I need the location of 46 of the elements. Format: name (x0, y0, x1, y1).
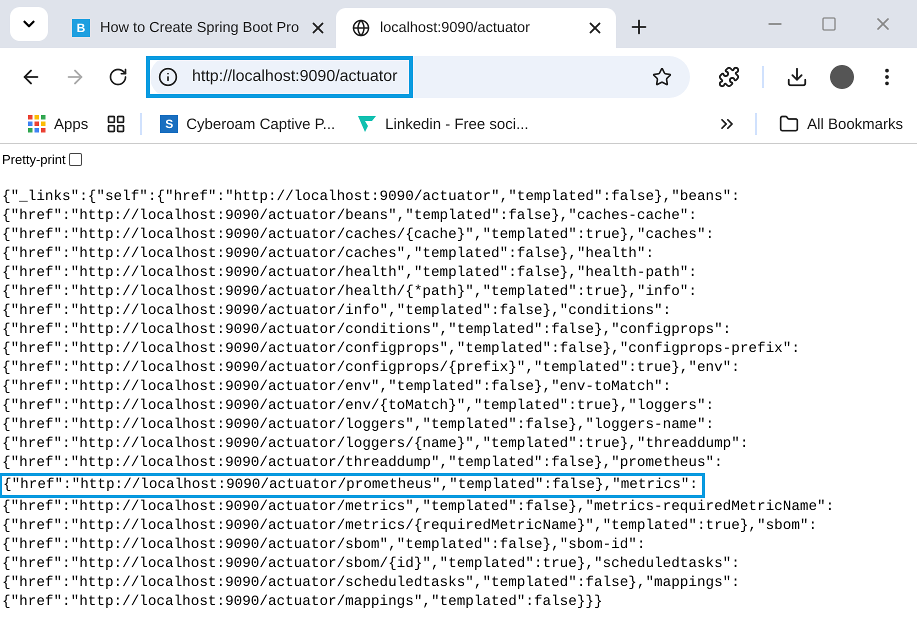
apps-grid-icon (28, 115, 46, 133)
json-line: {"href":"http://localhost:9090/actuator/health","templated":false},"health-path": (2, 264, 697, 283)
site-info-icon[interactable] (158, 66, 178, 86)
tab-title: How to Create Spring Boot Pro (100, 20, 300, 36)
site-favicon: S (160, 115, 178, 133)
json-line: {"href":"http://localhost:9090/actuator/caches","templated":false},"health": (2, 245, 654, 264)
extensions-icon[interactable] (718, 66, 740, 88)
globe-icon (352, 19, 370, 37)
json-line: {"href":"http://localhost:9090/actuator/env","templated":false},"env-toMatch": (2, 378, 672, 397)
json-line: {"href":"http://localhost:9090/actuator/metrics","templated":false},"metrics-requiredMetricName": (2, 498, 834, 517)
json-line: {"href":"http://localhost:9090/actuator/conditions","templated":false},"configprops": (2, 321, 732, 340)
json-line: {"href":"http://localhost:9090/actuator/env/{toMatch}","templated":true},"loggers": (2, 397, 714, 416)
browser-tab[interactable]: B How to Create Spring Boot Pro (56, 8, 336, 48)
chevron-logo-icon (357, 115, 378, 133)
json-line: {"href":"http://localhost:9090/actuator/configprops/{prefix}","templated":true},"env": (2, 359, 740, 378)
tab-search-button[interactable] (10, 7, 48, 41)
download-icon[interactable] (786, 66, 808, 88)
json-line: {"href":"http://localhost:9090/actuator/sbom","templated":false},"sbom-id": (2, 536, 646, 555)
bookmark-star-icon[interactable] (652, 66, 672, 86)
tab-title: localhost:9090/actuator (380, 20, 531, 36)
json-line: {"href":"http://localhost:9090/actuator/scheduledtasks","templated":false},"mappings": (2, 574, 740, 593)
json-line: {"href":"http://localhost:9090/actuator/loggers","templated":false},"loggers-name": (2, 416, 714, 435)
bookmark-link[interactable]: S Cyberoam Captive P... (156, 113, 340, 135)
browser-tab[interactable]: localhost:9090/actuator (336, 8, 616, 48)
tab-groups-icon[interactable] (106, 114, 126, 134)
json-line: {"href":"http://localhost:9090/actuator/metrics/{requiredMetricName}","templated":true},"sbom": (2, 517, 818, 536)
all-bookmarks-link[interactable]: All Bookmarks (775, 112, 907, 136)
json-line: {"href":"http://localhost:9090/actuator/loggers/{name}","templated":true},"threaddump": (2, 435, 748, 454)
json-line: {"href":"http://localhost:9090/actuator/beans","templated":false},"caches-cache": (2, 207, 697, 226)
json-line: {"href":"http://localhost:9090/actuator/threaddump","templated":false},"prometheus": (2, 454, 723, 473)
site-favicon: B (72, 19, 90, 37)
url-text: http://localhost:9090/actuator (192, 68, 398, 86)
bookmark-link[interactable]: Linkedin - Free soci... (353, 113, 533, 135)
json-line: {"href":"http://localhost:9090/actuator/caches/{cache}","templated":true},"caches": (2, 226, 714, 245)
json-line: {"href":"http://localhost:9090/actuator/health/{*path}","templated":true},"info": (2, 283, 697, 302)
reload-icon[interactable] (108, 66, 128, 86)
apps-bookmark[interactable]: Apps (24, 113, 92, 135)
json-line: {"_links":{"self":{"href":"http://localhost:9090/actuator","templated":false},"beans": (2, 188, 740, 207)
pretty-print-label: Pretty-print (2, 152, 66, 167)
json-line: {"href":"http://localhost:9090/actuator/configprops","templated":false},"configprops-prefix": (2, 340, 800, 359)
pretty-print-checkbox[interactable] (68, 153, 82, 166)
json-line: {"href":"http://localhost:9090/actuator/info","templated":false},"conditions": (2, 302, 672, 321)
profile-avatar[interactable] (830, 64, 854, 88)
json-line: {"href":"http://localhost:9090/actuator/mappings","templated":false}}} (2, 593, 603, 612)
json-line: {"href":"http://localhost:9090/actuator/sbom/{id}","templated":true},"scheduledtasks": (2, 555, 740, 574)
folder-icon (779, 114, 800, 134)
